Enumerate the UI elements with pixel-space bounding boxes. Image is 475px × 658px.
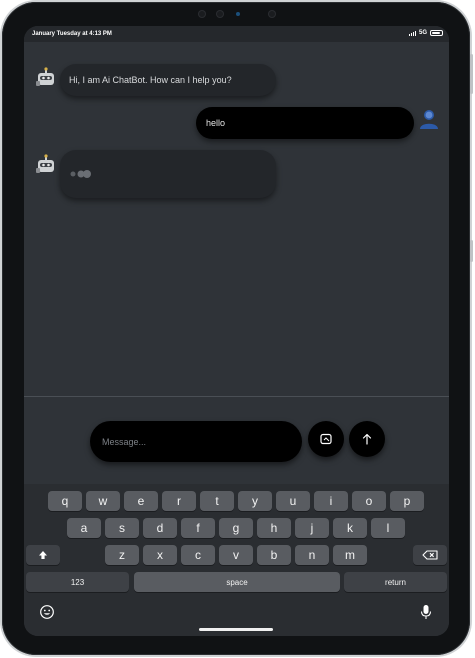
key-l[interactable]: l [371,518,405,538]
key-d[interactable]: d [143,518,177,538]
emoji-icon [40,605,54,619]
microphone-icon [420,605,432,619]
typing-indicator-icon [70,170,91,178]
sensor-icon [216,10,224,18]
avatar-bot [36,154,56,174]
network-label: 5G [418,30,427,36]
keyboard: q w e r t y u i o p a s d f g h j k l z … [24,484,449,636]
bot-avatar-icon [36,154,54,173]
key-f[interactable]: f [181,518,215,538]
camera-lens-icon [198,10,206,18]
key-e[interactable]: e [124,491,158,511]
key-t[interactable]: t [200,491,234,511]
composer-bar [24,397,449,484]
space-key[interactable]: space [134,572,340,592]
dictation-button[interactable] [419,604,433,620]
send-button[interactable] [349,421,385,457]
key-a[interactable]: a [67,518,101,538]
key-x[interactable]: x [143,545,177,565]
key-i[interactable]: i [314,491,348,511]
volume-button [470,54,473,94]
key-z[interactable]: z [105,545,139,565]
emoji-button[interactable] [39,604,55,620]
message-text: hello [206,118,226,128]
key-r[interactable]: r [162,491,196,511]
user-message-bubble: hello [196,107,414,139]
sensor-icon [268,10,276,18]
camera-bar [192,6,287,20]
key-w[interactable]: w [86,491,120,511]
home-indicator[interactable] [199,628,273,631]
key-h[interactable]: h [257,518,291,538]
key-c[interactable]: c [181,545,215,565]
status-time: January Tuesday at 4:13 PM [32,31,112,37]
signal-icon [408,30,416,36]
shift-key[interactable] [26,545,60,565]
image-icon [320,433,332,445]
message-text: Hi, I am Ai ChatBot. How can I help you? [69,75,232,85]
key-y[interactable]: y [238,491,272,511]
key-j[interactable]: j [295,518,329,538]
user-avatar-icon [420,110,438,129]
key-n[interactable]: n [295,545,329,565]
key-s[interactable]: s [105,518,139,538]
attach-image-button[interactable] [308,421,344,457]
key-m[interactable]: m [333,545,367,565]
key-o[interactable]: o [352,491,386,511]
bot-message-bubble: Hi, I am Ai ChatBot. How can I help you? [60,64,276,96]
power-button [470,240,473,262]
bot-avatar-icon [36,67,54,86]
avatar-bot [36,67,56,87]
battery-icon [430,30,443,36]
status-bar: January Tuesday at 4:13 PM 5G [24,26,449,42]
avatar-user [418,108,440,130]
key-u[interactable]: u [276,491,310,511]
bot-typing-bubble [60,150,276,198]
app-screen: January Tuesday at 4:13 PM 5G Hi, I am A… [24,26,449,636]
key-q[interactable]: q [48,491,82,511]
key-b[interactable]: b [257,545,291,565]
key-k[interactable]: k [333,518,367,538]
camera-led-icon [236,12,240,16]
arrow-up-icon [362,433,372,445]
return-key[interactable]: return [344,572,447,592]
key-p[interactable]: p [390,491,424,511]
key-g[interactable]: g [219,518,253,538]
backspace-icon [422,550,438,560]
chat-area[interactable]: Hi, I am Ai ChatBot. How can I help you?… [24,42,449,396]
key-v[interactable]: v [219,545,253,565]
shift-icon [39,551,47,559]
numbers-key[interactable]: 123 [26,572,129,592]
backspace-key[interactable] [413,545,447,565]
message-input[interactable] [90,421,302,462]
status-indicators: 5G [408,30,443,36]
